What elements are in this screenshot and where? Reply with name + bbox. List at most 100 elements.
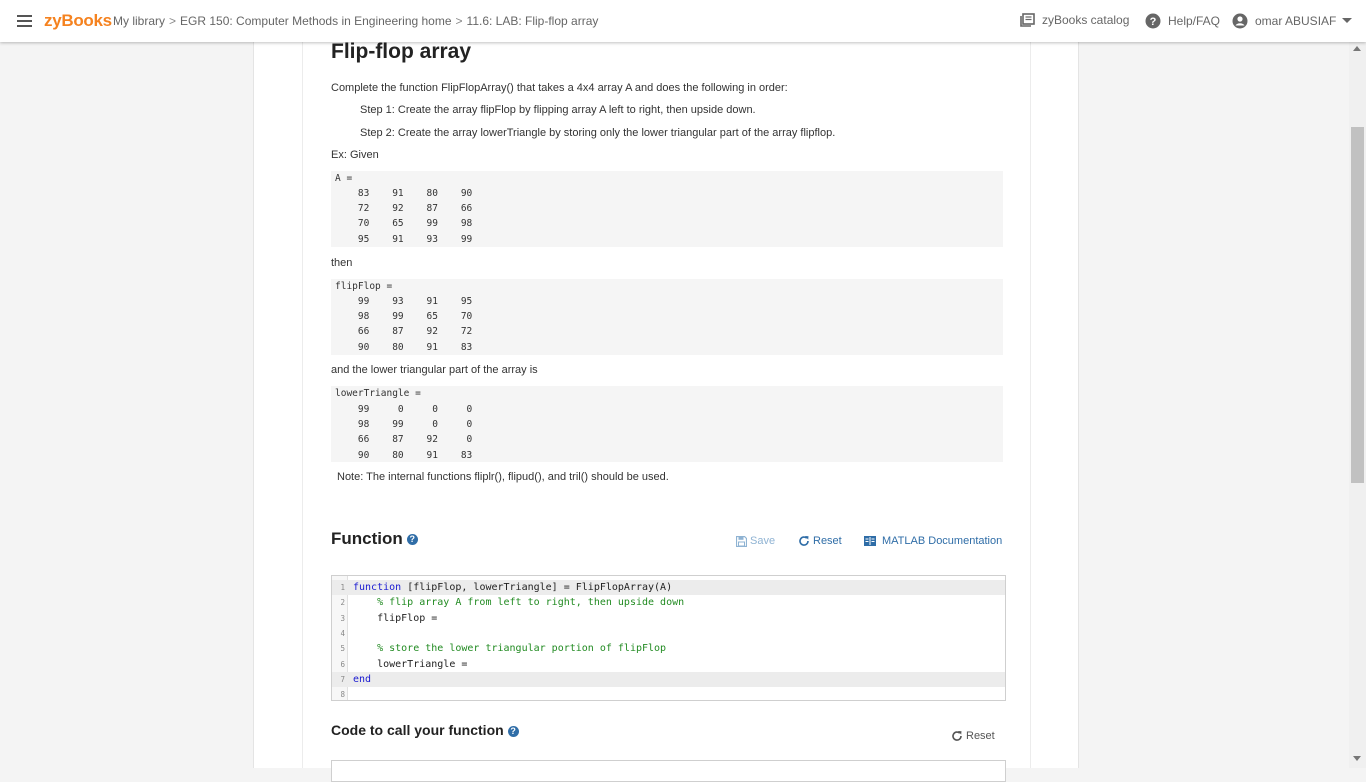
breadcrumb-separator: > (169, 14, 177, 28)
code-text: [flipFlop, lowerTriangle] = FlipFlopArra… (401, 582, 673, 593)
help-faq-link[interactable]: ? Help/FAQ (1145, 13, 1220, 29)
code-line: 95 91 93 99 (335, 234, 473, 245)
call-function-heading: Code to call your function? (331, 722, 519, 738)
content-divider-right (1030, 0, 1031, 768)
breadcrumb-my-library[interactable]: My library (113, 14, 165, 28)
reset-button[interactable]: Reset (798, 535, 842, 547)
user-menu[interactable]: omar ABUSIAF (1232, 13, 1353, 29)
call-reset-label: Reset (966, 730, 995, 742)
code-keyword: function (353, 582, 402, 593)
catalog-link[interactable]: zyBooks catalog (1020, 13, 1129, 27)
step-1-text: Step 1: Create the array flipFlop by fli… (360, 104, 756, 116)
code-line: lowerTriangle = (335, 388, 421, 399)
lower-triangle-block: lowerTriangle = 99 0 0 0 98 99 0 0 66 87… (331, 386, 1003, 462)
code-line: 90 80 91 83 (335, 342, 473, 353)
editor-code-text: end (353, 672, 371, 687)
refresh-icon (799, 536, 809, 546)
matlab-documentation-label: MATLAB Documentation (882, 535, 1003, 547)
matrix-a-block: A = 83 91 80 90 72 92 87 66 70 65 99 98 … (331, 171, 1003, 247)
lower-triangle-intro: and the lower triangular part of the arr… (331, 364, 538, 376)
editor-line[interactable]: 7 end (332, 671, 1005, 687)
call-reset-button[interactable]: Reset (951, 730, 995, 742)
scroll-down-arrow-icon[interactable] (1353, 756, 1361, 761)
save-button[interactable]: Save (736, 535, 775, 547)
account-circle-icon (1232, 13, 1248, 29)
content-divider-left (302, 0, 303, 768)
user-name: omar ABUSIAF (1255, 14, 1337, 28)
call-function-heading-label: Code to call your function (331, 722, 504, 738)
function-heading: Function? (331, 529, 418, 549)
breadcrumb-separator: > (455, 14, 463, 28)
function-heading-label: Function (331, 529, 403, 548)
code-line: A = (335, 173, 353, 184)
line-number: 6 (340, 659, 345, 669)
code-line: flipFlop = (335, 281, 393, 292)
scrollbar-thumb[interactable] (1351, 127, 1364, 483)
refresh-icon (952, 731, 962, 741)
code-line: 99 0 0 0 (335, 404, 473, 415)
matlab-documentation-link[interactable]: MATLAB Documentation (864, 535, 1002, 547)
line-number: 7 (340, 674, 345, 684)
zybooks-logo[interactable]: zyBooks (44, 11, 112, 31)
code-line: 66 87 92 72 (335, 326, 473, 337)
code-line: 98 99 0 0 (335, 419, 473, 430)
editor-line[interactable]: 1 function [flipFlop, lowerTriangle] = Fl… (332, 580, 1005, 595)
function-help-icon[interactable]: ? (406, 534, 418, 546)
editor-line[interactable]: 3 flipFlop = (332, 611, 1005, 626)
then-text: then (331, 257, 353, 269)
code-line: 66 87 92 0 (335, 434, 473, 445)
call-function-help-icon[interactable]: ? (507, 725, 519, 737)
note-text: Note: The internal functions fliplr(), f… (337, 471, 669, 483)
breadcrumb: My library > EGR 150: Computer Methods in … (113, 14, 598, 28)
code-line: 90 80 91 83 (335, 450, 473, 461)
save-label: Save (750, 535, 776, 547)
editor-line[interactable]: 2 % flip array A from left to right, the… (332, 595, 1005, 610)
flipflop-block: flipFlop = 99 93 91 95 98 99 65 70 66 87… (331, 279, 1003, 355)
line-number: 1 (340, 583, 345, 592)
example-given-text: Ex: Given (331, 149, 379, 161)
code-keyword: end (353, 673, 372, 685)
code-line: 70 65 99 98 (335, 218, 473, 229)
scroll-up-arrow-icon[interactable] (1353, 46, 1361, 51)
editor-line[interactable]: 6 lowerTriangle = (332, 657, 1005, 672)
code-line: 99 93 91 95 (335, 296, 473, 307)
function-code-editor[interactable]: 1 function [flipFlop, lowerTriangle] = Fl… (331, 575, 1006, 701)
page-title: Flip-flop array (331, 40, 472, 63)
editor-line[interactable]: 4 (332, 626, 1005, 641)
editor-code-text: flipFlop = (353, 611, 437, 626)
code-line: 83 91 80 90 (335, 188, 473, 199)
catalog-label: zyBooks catalog (1042, 13, 1130, 27)
breadcrumb-current-section[interactable]: 11.6: LAB: Flip-flop array (467, 14, 599, 28)
breadcrumb-course-home[interactable]: EGR 150: Computer Methods in Engineering… (180, 14, 451, 28)
library-icon (1020, 13, 1035, 27)
code-comment: % flip array A from left to right, then … (353, 597, 685, 609)
call-code-editor[interactable] (331, 760, 1006, 782)
editor-code-text: % flip array A from left to right, then … (353, 595, 684, 610)
help-label: Help/FAQ (1168, 14, 1221, 28)
save-icon (736, 535, 747, 547)
editor-code-text: lowerTriangle = (353, 657, 467, 672)
code-line: 98 99 65 70 (335, 311, 473, 322)
code-comment: % store the lower triangular portion of … (353, 643, 667, 655)
editor-code-text: % store the lower triangular portion of … (353, 641, 666, 656)
documentation-book-icon (864, 536, 876, 546)
code-text: lowerTriangle = (353, 658, 468, 670)
hamburger-menu-icon[interactable] (17, 15, 32, 27)
editor-line[interactable]: 8 (332, 687, 1005, 702)
line-number: 4 (340, 628, 345, 638)
top-bar: zyBooks My library > EGR 150: Computer Met… (0, 0, 1366, 42)
reset-label: Reset (813, 535, 842, 547)
step-2-text: Step 2: Create the array lowerTriangle b… (360, 127, 836, 139)
editor-line[interactable]: 5 % store the lower triangular portion o… (332, 641, 1005, 656)
svg-text:?: ? (1150, 16, 1157, 28)
code-line: 72 92 87 66 (335, 203, 473, 214)
chevron-down-icon (1342, 18, 1353, 23)
line-number: 8 (340, 690, 345, 700)
intro-text: Complete the function FlipFlopArray() th… (331, 82, 788, 94)
code-text: flipFlop = (353, 612, 438, 624)
line-number: 3 (340, 613, 345, 623)
line-number: 5 (340, 644, 345, 654)
line-number: 2 (340, 598, 345, 608)
editor-code-text: function [flipFlop, lowerTriangle] = Fli… (353, 580, 672, 595)
help-circle-icon: ? (1145, 13, 1161, 29)
